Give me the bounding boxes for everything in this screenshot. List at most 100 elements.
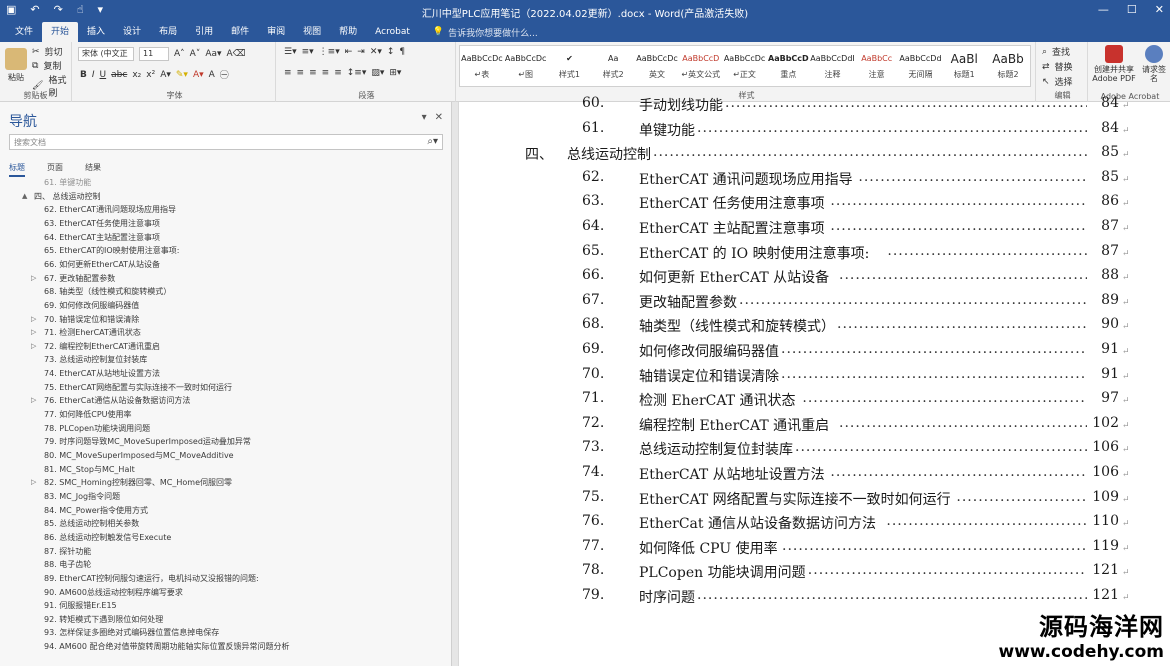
nav-heading-item[interactable]: 94. AM600 配合绝对值带旋转周期功能轴实际位置反馈异常问题分析: [44, 641, 289, 654]
nav-heading-item[interactable]: 85. 总线运动控制相关参数: [44, 518, 139, 531]
minimize-icon[interactable]: —: [1098, 3, 1109, 16]
nav-heading-item[interactable]: 61. 单键功能: [44, 177, 91, 190]
toc-entry[interactable]: 77. 如何降低 CPU 使用率.........................…: [459, 538, 1170, 562]
nav-heading-item[interactable]: ▷ 82. SMC_Homing控制器回零、MC_Home伺服回零: [31, 477, 232, 490]
style-item[interactable]: Aa 样式2: [591, 46, 635, 86]
nav-tab-0[interactable]: 标题: [9, 162, 25, 177]
toc-entry[interactable]: 71. 检测 EherCAT 通讯状态......................…: [459, 390, 1170, 414]
tab-8[interactable]: 视图: [294, 22, 330, 42]
toc-entry[interactable]: 66. 如何更新 EtherCAT 从站设备...................…: [459, 267, 1170, 291]
distributed-icon[interactable]: ≡: [334, 68, 342, 78]
toc-entry[interactable]: 73. 总线运动控制复位封装库..........................…: [459, 439, 1170, 463]
highlight-icon[interactable]: ✎▾: [176, 70, 188, 80]
toc-entry[interactable]: 72. 编程控制 EtherCAT 通讯重启...................…: [459, 415, 1170, 439]
nav-heading-item[interactable]: ▲ 四、 总线运动控制: [22, 191, 101, 204]
nav-heading-item[interactable]: 86. 总线运动控制触发信号Execute: [44, 532, 171, 545]
style-item[interactable]: AaBbCcDc ↵图: [504, 46, 548, 86]
font-name-combo[interactable]: 宋体 (中文正: [78, 47, 134, 61]
toc-entry[interactable]: 70. 轴错误定位和错误清除...........................…: [459, 366, 1170, 390]
replace-button[interactable]: ⇄ 替换: [1042, 60, 1073, 74]
font-size-combo[interactable]: 11: [139, 47, 169, 61]
style-item[interactable]: AaBbCcDdI 注释: [810, 46, 855, 86]
cut-button[interactable]: ✂ 剪切: [32, 45, 63, 59]
create-pdf-button[interactable]: 创建并共享Adobe PDF: [1092, 45, 1136, 83]
request-signature-button[interactable]: 请求签名: [1140, 45, 1168, 83]
font-format-button[interactable]: I: [92, 70, 95, 80]
nav-heading-item[interactable]: ▷ 67. 更改轴配置参数: [31, 273, 115, 286]
style-item[interactable]: AaBl 标题1: [942, 46, 986, 86]
nav-heading-item[interactable]: 93. 怎样保证多圈绝对式编码器位置信息掉电保存: [44, 627, 219, 640]
search-icon[interactable]: ⌕▾: [427, 136, 438, 147]
style-item[interactable]: AaBb 标题2: [986, 46, 1030, 86]
expand-toggle-icon[interactable]: ▷: [31, 274, 36, 282]
nav-heading-item[interactable]: ▷ 71. 检测EherCAT通讯状态: [31, 327, 141, 340]
increase-indent-icon[interactable]: ⇥: [357, 47, 365, 57]
nav-heading-item[interactable]: 89. EtherCAT控制伺服匀速运行，电机抖动又没报错的问题:: [44, 573, 259, 586]
style-item[interactable]: AaBbCcDd 无间隔: [899, 46, 943, 86]
tab-1[interactable]: 开始: [42, 22, 79, 42]
nav-heading-item[interactable]: 62. EtherCAT通讯问题现场应用指导: [44, 204, 176, 217]
text-effects-icon[interactable]: A▾: [160, 70, 171, 80]
tab-7[interactable]: 审阅: [258, 22, 294, 42]
nav-heading-item[interactable]: 79. 时序问题导致MC_MoveSuperImposed运动叠加异常: [44, 436, 251, 449]
close-icon[interactable]: ✕: [1155, 3, 1164, 16]
expand-toggle-icon[interactable]: ▷: [31, 396, 36, 404]
borders-icon[interactable]: ⊞▾: [389, 68, 401, 78]
expand-toggle-icon[interactable]: ▷: [31, 315, 36, 323]
toc-entry[interactable]: 61. 单键功能.................................…: [459, 120, 1170, 144]
decrease-indent-icon[interactable]: ⇤: [345, 47, 353, 57]
tab-6[interactable]: 邮件: [222, 22, 258, 42]
toc-entry[interactable]: 60. 手动划线功能...............................…: [459, 95, 1170, 119]
nav-heading-item[interactable]: 87. 探针功能: [44, 546, 91, 559]
nav-heading-item[interactable]: 75. EtherCAT网络配置与实际连接不一致时如何运行: [44, 382, 232, 395]
tab-5[interactable]: 引用: [186, 22, 222, 42]
nav-heading-item[interactable]: 90. AM600总线运动控制程序编写要求: [44, 587, 183, 600]
nav-heading-item[interactable]: 68. 轴类型（线性模式和旋转模式）: [44, 286, 171, 299]
style-item[interactable]: AaBbCcDc ↵表: [460, 46, 504, 86]
nav-heading-item[interactable]: 92. 转矩模式下遇到限位如何处理: [44, 614, 163, 627]
nav-heading-item[interactable]: 64. EtherCAT主站配置注意事项: [44, 232, 160, 245]
select-button[interactable]: ↖ 选择: [1042, 75, 1073, 89]
change-case-icon[interactable]: Aa▾: [205, 49, 221, 59]
justify-icon[interactable]: ≡: [322, 68, 330, 78]
nav-heading-item[interactable]: 83. MC_Jog指令问题: [44, 491, 120, 504]
document-page[interactable]: 60. 手动划线功能...............................…: [458, 95, 1170, 666]
clear-format-icon[interactable]: A⌫: [227, 49, 246, 59]
toc-entry[interactable]: 74. EtherCAT 从站地址设置方法....................…: [459, 464, 1170, 488]
char-shading-icon[interactable]: A: [209, 70, 215, 80]
toc-entry[interactable]: 63. EtherCAT 任务使用注意事项....................…: [459, 193, 1170, 217]
nav-heading-item[interactable]: 80. MC_MoveSuperImposed与MC_MoveAdditive: [44, 450, 234, 463]
show-marks-icon[interactable]: ¶: [399, 47, 405, 57]
toc-entry[interactable]: 75. EtherCAT 网络配置与实际连接不一致时如何运行...........…: [459, 489, 1170, 513]
tab-0[interactable]: 文件: [6, 22, 42, 42]
chinese-layout-icon[interactable]: ✕▾: [370, 47, 382, 57]
tab-10[interactable]: Acrobat: [366, 22, 419, 42]
bullets-icon[interactable]: ☰▾: [284, 47, 297, 57]
nav-heading-item[interactable]: ▷ 76. EtherCat通信从站设备数据访问方法: [31, 395, 190, 408]
style-item[interactable]: AaBbCcD 重点: [766, 46, 810, 86]
chevron-down-icon[interactable]: ▾: [422, 112, 427, 123]
tab-3[interactable]: 设计: [114, 22, 150, 42]
font-format-button[interactable]: x₂: [132, 70, 141, 80]
nav-heading-item[interactable]: 65. EtherCAT的IO映射使用注意事项:: [44, 245, 179, 258]
font-color-icon[interactable]: A▾: [193, 70, 204, 80]
search-input[interactable]: 搜索文档 ⌕▾: [9, 134, 443, 150]
expand-toggle-icon[interactable]: ▷: [31, 478, 36, 486]
enclose-char-icon[interactable]: ㊀: [220, 68, 229, 81]
close-icon[interactable]: ✕: [435, 112, 443, 123]
nav-tab-1[interactable]: 页面: [47, 162, 63, 177]
grow-font-icon[interactable]: A˄: [174, 49, 185, 59]
toc-entry[interactable]: 68. 轴类型（线性模式和旋转模式）.......................…: [459, 316, 1170, 340]
find-button[interactable]: ⌕ 查找: [1042, 45, 1070, 59]
toc-entry[interactable]: 62. EtherCAT 通讯问题现场应用指导..................…: [459, 169, 1170, 193]
font-format-button[interactable]: abc: [111, 70, 127, 80]
maximize-icon[interactable]: ☐: [1127, 3, 1137, 16]
expand-toggle-icon[interactable]: ▷: [31, 328, 36, 336]
style-item[interactable]: ✔ 样式1: [548, 46, 592, 86]
toc-entry[interactable]: 65. EtherCAT 的 IO 映射使用注意事项:..............…: [459, 243, 1170, 267]
toc-entry[interactable]: 69. 如何修改伺服编码器值...........................…: [459, 341, 1170, 365]
paste-button[interactable]: 粘贴: [4, 48, 28, 83]
toc-entry[interactable]: 78. PLCopen 功能块调用问题......................…: [459, 562, 1170, 586]
nav-heading-item[interactable]: 84. MC_Power指令使用方式: [44, 505, 148, 518]
nav-heading-item[interactable]: 74. EtherCAT从站地址设置方法: [44, 368, 160, 381]
